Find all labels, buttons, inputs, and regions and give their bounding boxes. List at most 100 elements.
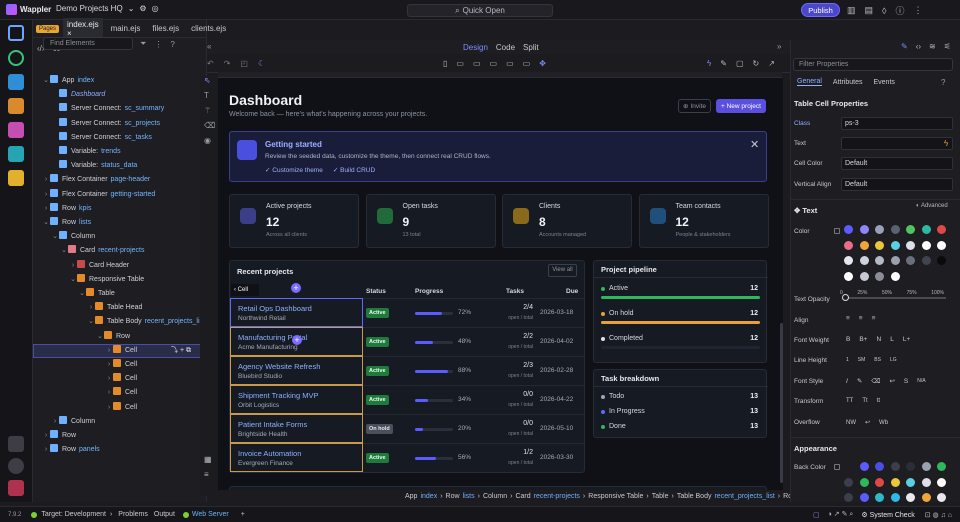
help-icon[interactable]: ? (941, 78, 945, 87)
refresh-icon[interactable]: ↻ (753, 59, 760, 68)
color-swatch[interactable] (937, 477, 946, 487)
project-name[interactable]: Invoice Automation (238, 449, 301, 458)
project-name[interactable]: Retail Ops Dashboard (238, 304, 312, 313)
pages-badge[interactable]: Pages (36, 24, 60, 33)
chevron-icon[interactable]: › (51, 415, 59, 428)
breadcrumb-item[interactable]: Table (652, 493, 669, 500)
tab-design[interactable]: Design (463, 43, 488, 52)
breadcrumb-item[interactable]: Column (483, 493, 507, 500)
project-name[interactable]: Agency Website Refresh (238, 362, 320, 371)
routes-icon[interactable] (8, 98, 24, 114)
workflow-icon[interactable] (8, 50, 24, 66)
tree-item[interactable]: › Cell ⤵ + ⧉ (105, 344, 191, 357)
tab-attributes[interactable]: Attributes (833, 79, 863, 86)
color-swatch[interactable] (859, 477, 869, 487)
color-swatch[interactable] (875, 225, 884, 234)
find-elements-input[interactable]: Find Elements (43, 37, 133, 50)
color-swatch[interactable] (844, 271, 853, 281)
bolt-icon[interactable]: ϟ (944, 139, 948, 148)
advanced-toggle[interactable]: ◐ Advanced (916, 203, 948, 209)
highlight-icon[interactable]: ✎ (857, 377, 862, 385)
color-swatch[interactable] (844, 240, 853, 250)
color-swatch[interactable] (890, 256, 900, 265)
color-swatch[interactable] (890, 493, 900, 502)
chevron-icon[interactable]: › (42, 443, 50, 456)
tablet-icon[interactable]: ▭ (456, 59, 464, 68)
tab-main[interactable]: main.ejs (107, 22, 145, 35)
chevron-icon[interactable]: ⌄ (69, 273, 77, 286)
output-button[interactable]: Output (154, 511, 175, 518)
collapse-left-icon[interactable]: « (207, 42, 211, 51)
color-swatch[interactable] (937, 493, 946, 502)
gear-icon[interactable]: ⚙ (139, 4, 146, 13)
valign-select[interactable]: Default (841, 178, 953, 191)
help-icon[interactable]: ? (170, 40, 174, 49)
tab-clients[interactable]: clients.ejs (187, 22, 230, 35)
color-swatch[interactable] (875, 256, 884, 265)
camera-icon[interactable]: ◰ (240, 59, 248, 68)
eye-icon[interactable]: ◉ (204, 136, 211, 145)
tree-item[interactable]: ⌄ Row lists (42, 216, 91, 229)
color-swatch[interactable] (921, 462, 931, 471)
redo-icon[interactable]: ↷ (224, 59, 231, 68)
breadcrumb-item[interactable]: Row lists (446, 493, 475, 500)
pages-icon[interactable] (8, 25, 24, 41)
color-swatch[interactable] (844, 256, 853, 265)
color-swatch[interactable] (859, 462, 869, 471)
tree-item[interactable]: › Card Header (69, 259, 129, 272)
tab-general[interactable]: General (797, 78, 822, 86)
chevron-icon[interactable]: ⌄ (42, 74, 50, 87)
globe-icon[interactable]: ◎ (152, 4, 159, 13)
color-swatch[interactable] (921, 240, 931, 250)
chevron-icon[interactable]: › (42, 188, 50, 201)
chevron-icon[interactable]: › (105, 372, 113, 385)
tree-item[interactable]: › Flex Container getting-started (42, 188, 155, 201)
tab-files[interactable]: files.ejs (148, 22, 183, 35)
robot-icon[interactable] (8, 170, 24, 186)
color-swatch[interactable] (906, 225, 915, 234)
canvas-scrollbar[interactable] (780, 323, 783, 483)
chevron-icon[interactable]: ⌄ (96, 330, 104, 343)
color-swatch[interactable] (906, 256, 915, 265)
extensions-icon[interactable] (8, 480, 24, 496)
strike-icon[interactable]: S (904, 378, 908, 385)
chevron-icon[interactable]: › (69, 259, 77, 272)
new-project-button[interactable]: + New project (716, 99, 766, 113)
tab-events[interactable]: Events (873, 79, 894, 86)
moon-icon[interactable]: ☾ (258, 59, 265, 68)
chevron-icon[interactable]: › (42, 202, 50, 215)
table-row[interactable]: Shipment Tracking MVP Orbit Logistics Acti… (230, 385, 584, 414)
color-swatch[interactable] (859, 225, 869, 234)
tree-item[interactable]: Server Connect: sc_projects (51, 117, 160, 130)
quick-open-bar[interactable]: ⌕ Quick Open (407, 4, 553, 17)
layout-icon[interactable]: ▥ (847, 5, 856, 16)
tree-item[interactable]: › Row panels (42, 443, 100, 456)
color-swatch[interactable] (875, 477, 884, 487)
color-swatch[interactable] (937, 225, 946, 234)
tree-item[interactable]: ⌄ Column (51, 230, 95, 243)
tab-code[interactable]: Code (496, 43, 515, 52)
color-swatch[interactable] (906, 462, 915, 471)
web-server-button[interactable]: Web Server (192, 511, 229, 518)
laptop-icon[interactable]: ▭ (490, 59, 498, 68)
monitor-icon[interactable]: ▭ (523, 59, 531, 68)
tree-item[interactable]: › Cell (105, 386, 137, 399)
table-row[interactable]: Agency Website Refresh Bluebird Studio Act… (230, 356, 584, 385)
info-icon[interactable]: ⓘ (895, 4, 904, 17)
customize-theme-link[interactable]: ✓ Customize theme (265, 166, 323, 174)
trash-icon[interactable]: ⌫ (204, 121, 215, 130)
color-swatch[interactable] (937, 240, 946, 250)
tree-item[interactable]: › Row kpis (42, 202, 91, 215)
add-icon[interactable]: + (241, 511, 245, 518)
chevron-icon[interactable]: › (105, 358, 113, 371)
color-swatch[interactable] (890, 271, 900, 281)
project-name[interactable]: Shipment Tracking MVP (238, 391, 318, 400)
database-icon[interactable] (8, 74, 24, 90)
tree-item[interactable]: ⌄ Table (78, 287, 115, 300)
brush-icon[interactable]: ✎ (720, 59, 727, 68)
layers-icon[interactable]: ≋ (929, 42, 936, 51)
breadcrumb-item[interactable]: Card recent-projects (515, 493, 579, 500)
add-element-icon[interactable]: + (291, 283, 301, 293)
chevron-icon[interactable]: ⌄ (51, 230, 59, 243)
color-swatch[interactable] (844, 493, 853, 502)
